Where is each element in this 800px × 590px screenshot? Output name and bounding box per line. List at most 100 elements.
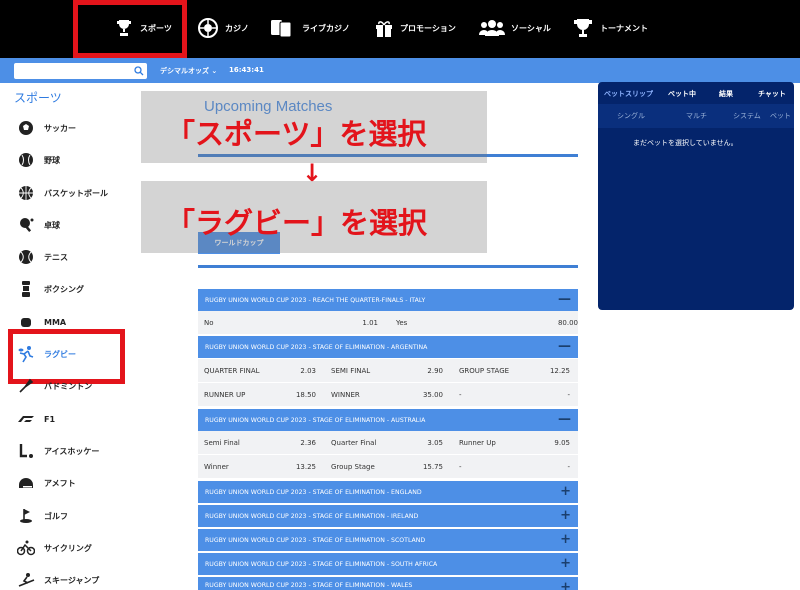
odds-row: Semi Final 2.36 Quarter Final 3.05 Runne… <box>198 431 578 455</box>
odds-row: RUNNER UP 18.50 WINNER 35.00 - - <box>198 383 578 407</box>
odds-label: QUARTER FINAL <box>204 367 260 375</box>
odds-value[interactable]: 3.05 <box>403 439 443 447</box>
sidebar-item-ice-hockey[interactable]: アイスホッケー <box>16 440 166 462</box>
odds-value[interactable]: 2.03 <box>276 367 316 375</box>
odds-value[interactable]: 2.36 <box>276 439 316 447</box>
tab-single[interactable]: シングル <box>617 111 645 121</box>
search-input[interactable] <box>14 63 147 79</box>
odds-label: Quarter Final <box>331 439 377 447</box>
market-title: RUGBY UNION WORLD CUP 2023 - STAGE OF EL… <box>205 512 419 520</box>
sidebar-item-cycling[interactable]: サイクリング <box>16 537 166 559</box>
sidebar-item-f1[interactable]: F1 <box>16 408 166 430</box>
market-title: RUGBY UNION WORLD CUP 2023 - STAGE OF EL… <box>205 536 426 544</box>
odds-label: No <box>204 319 214 327</box>
annotation-arrow: ↓ <box>302 159 323 187</box>
gift-icon <box>376 21 392 37</box>
tab-system[interactable]: システム <box>733 111 761 121</box>
odds-value[interactable]: 15.75 <box>403 463 443 471</box>
market-header[interactable]: RUGBY UNION WORLD CUP 2023 - STAGE OF EL… <box>198 336 578 358</box>
golf-icon <box>20 509 32 523</box>
market-header[interactable]: RUGBY UNION WORLD CUP 2023 - STAGE OF EL… <box>198 505 578 527</box>
odds-value[interactable]: 13.25 <box>276 463 316 471</box>
annotation-step2: 「ラグビー」を選択 <box>166 206 428 240</box>
market-title: RUGBY UNION WORLD CUP 2023 - STAGE OF EL… <box>205 488 422 496</box>
odds-value: - <box>567 391 570 399</box>
cup-icon <box>574 19 592 37</box>
market-header[interactable]: RUGBY UNION WORLD CUP 2023 - STAGE OF EL… <box>198 577 578 590</box>
tab-results[interactable]: 結果 <box>719 89 733 99</box>
tab-bet-slip[interactable]: ベットスリップ <box>604 89 653 99</box>
tab-bet[interactable]: ベット <box>770 111 791 121</box>
clock: 16:43:41 <box>229 66 264 74</box>
nav-live-casino-label: ライブカジノ <box>302 23 350 33</box>
sidebar-item-boxing[interactable]: ボクシング <box>16 278 166 300</box>
sidebar-item-label: ボクシング <box>44 284 84 294</box>
tab-open-bets[interactable]: ベット中 <box>668 89 696 99</box>
expand-icon[interactable]: + <box>560 485 571 498</box>
mma-icon <box>21 318 31 327</box>
market-title: RUGBY UNION WORLD CUP 2023 - STAGE OF EL… <box>205 560 438 568</box>
cards-icon <box>271 20 292 38</box>
odds-label: GROUP STAGE <box>459 367 510 375</box>
market-title: RUGBY UNION WORLD CUP 2023 - STAGE OF EL… <box>205 343 428 351</box>
nav-tournaments[interactable]: トーナメント <box>572 16 648 40</box>
odds-value[interactable]: 1.01 <box>338 319 378 327</box>
search-icon <box>134 66 144 76</box>
sidebar-item-ski-jump[interactable]: スキージャンプ <box>16 569 166 590</box>
market-title: RUGBY UNION WORLD CUP 2023 - STAGE OF EL… <box>205 582 413 589</box>
hockey-icon <box>19 444 33 458</box>
odds-label: Winner <box>204 463 229 471</box>
odds-value[interactable]: 2.90 <box>403 367 443 375</box>
expand-icon[interactable]: + <box>560 509 571 522</box>
nav-social-label: ソーシャル <box>511 23 551 33</box>
odds-label: SEMI FINAL <box>331 367 371 375</box>
sidebar-item-american-football[interactable]: アメフト <box>16 472 166 494</box>
odds-label: Yes <box>396 319 408 327</box>
odds-value[interactable]: 80.00 <box>538 319 578 327</box>
odds-format-select[interactable]: デシマルオッズ ⌄ <box>160 66 217 76</box>
odds-value[interactable]: 35.00 <box>403 391 443 399</box>
tab-multi[interactable]: マルチ <box>686 111 707 121</box>
market-title: RUGBY UNION WORLD CUP 2023 - STAGE OF EL… <box>205 416 426 424</box>
market-header[interactable]: RUGBY UNION WORLD CUP 2023 - STAGE OF EL… <box>198 481 578 503</box>
expand-icon[interactable]: + <box>560 557 571 570</box>
nav-live-casino[interactable]: ライブカジノ <box>270 16 350 40</box>
badminton-icon <box>19 378 34 393</box>
sidebar-item-label: スキージャンプ <box>44 575 100 585</box>
roulette-icon <box>198 18 218 38</box>
odds-value[interactable]: 12.25 <box>530 367 570 375</box>
collapse-icon[interactable]: — <box>558 413 571 426</box>
sports-highlight-frame <box>73 0 187 58</box>
odds-label: - <box>459 391 462 399</box>
odds-label: Group Stage <box>331 463 375 471</box>
market-header[interactable]: RUGBY UNION WORLD CUP 2023 - STAGE OF EL… <box>198 553 578 575</box>
market-header[interactable]: RUGBY UNION WORLD CUP 2023 - STAGE OF EL… <box>198 529 578 551</box>
tab-chat[interactable]: チャット <box>758 89 786 99</box>
expand-icon[interactable]: + <box>560 581 571 590</box>
nav-casino[interactable]: カジノ <box>197 16 249 40</box>
nav-casino-label: カジノ <box>225 23 249 33</box>
market-header[interactable]: RUGBY UNION WORLD CUP 2023 - REACH THE Q… <box>198 289 578 311</box>
sidebar-title: スポーツ <box>14 91 62 105</box>
odds-value[interactable]: 9.05 <box>530 439 570 447</box>
section-divider <box>198 265 578 268</box>
collapse-icon[interactable]: — <box>558 340 571 353</box>
odds-value[interactable]: 18.50 <box>276 391 316 399</box>
sidebar-item-label: サッカー <box>44 123 76 133</box>
expand-icon[interactable]: + <box>560 533 571 546</box>
nav-promotions[interactable]: プロモーション <box>374 16 456 40</box>
sidebar-item-label: バドミントン <box>44 381 93 391</box>
sidebar-item-label: テニス <box>44 252 68 262</box>
sidebar-item-label: 野球 <box>44 155 60 165</box>
odds-row: No 80.00 1.01 Yes <box>198 311 578 335</box>
nav-social[interactable]: ソーシャル <box>479 16 551 40</box>
odds-label: Runner Up <box>459 439 496 447</box>
sidebar-item-badminton[interactable]: バドミントン <box>16 375 166 397</box>
collapse-icon[interactable]: — <box>558 293 571 306</box>
soccer-ball-icon <box>19 121 33 135</box>
american-football-icon <box>19 478 33 488</box>
sidebar-item-golf[interactable]: ゴルフ <box>16 505 166 527</box>
sidebar-item-label: アメフト <box>44 478 76 488</box>
nav-tournaments-label: トーナメント <box>600 23 648 33</box>
market-header[interactable]: RUGBY UNION WORLD CUP 2023 - STAGE OF EL… <box>198 409 578 431</box>
